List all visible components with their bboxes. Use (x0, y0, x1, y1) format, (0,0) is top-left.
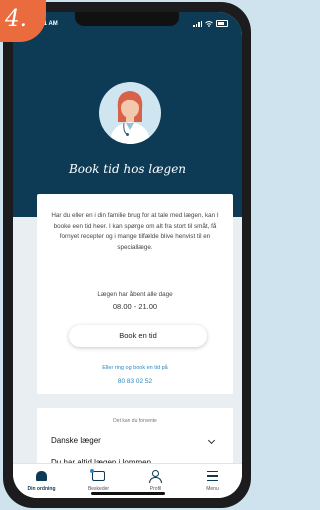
home-indicator (91, 492, 165, 495)
card-description: Har du eller en i din familie brug for a… (51, 212, 219, 251)
system-icons (193, 20, 228, 27)
status-bar: 9:41 AM (13, 12, 242, 34)
battery-icon (216, 20, 228, 27)
section-heading: Det kan du forvente (113, 418, 157, 424)
notch (75, 12, 179, 26)
tab-din-ordning[interactable]: Din ordning (13, 464, 70, 498)
profile-icon (152, 470, 159, 477)
profile-icon-body (149, 477, 162, 483)
app-screen: 9:41 AM Book tid hos lægen Har du eller … (13, 12, 242, 498)
doctor-avatar (99, 82, 161, 144)
page-title: Book tid hos lægen (68, 162, 187, 176)
tab-label: Din ordning (27, 486, 56, 492)
message-icon (92, 471, 105, 481)
header: 9:41 AM Book tid hos lægen (13, 12, 242, 217)
accordion-item-danske-laeger[interactable]: Danske læger (51, 436, 101, 445)
chevron-down-icon[interactable] (207, 436, 216, 445)
opening-label: Lægen har åbent alle dage (97, 291, 173, 298)
opening-hours: 08.00 - 21.00 (112, 302, 158, 311)
home-icon (36, 471, 47, 481)
signal-icon (193, 20, 202, 27)
call-text: Eller ring og book en tid på (102, 365, 168, 371)
tab-menu[interactable]: Menu (184, 464, 241, 498)
tab-label: Menu (206, 486, 219, 492)
phone-number-link[interactable]: 80 83 02 52 (37, 378, 233, 385)
wifi-icon (205, 20, 213, 27)
book-appointment-button[interactable]: Book en tid (69, 325, 207, 347)
phone-frame: 9:41 AM Book tid hos lægen Har du eller … (3, 2, 251, 508)
menu-icon (207, 471, 218, 481)
booking-card: Har du eller en i din familie brug for a… (37, 194, 233, 394)
notification-dot (90, 469, 94, 473)
expectations-section: Det kan du forvente Danske læger Du har … (37, 408, 233, 468)
step-number: 4. (5, 6, 27, 32)
